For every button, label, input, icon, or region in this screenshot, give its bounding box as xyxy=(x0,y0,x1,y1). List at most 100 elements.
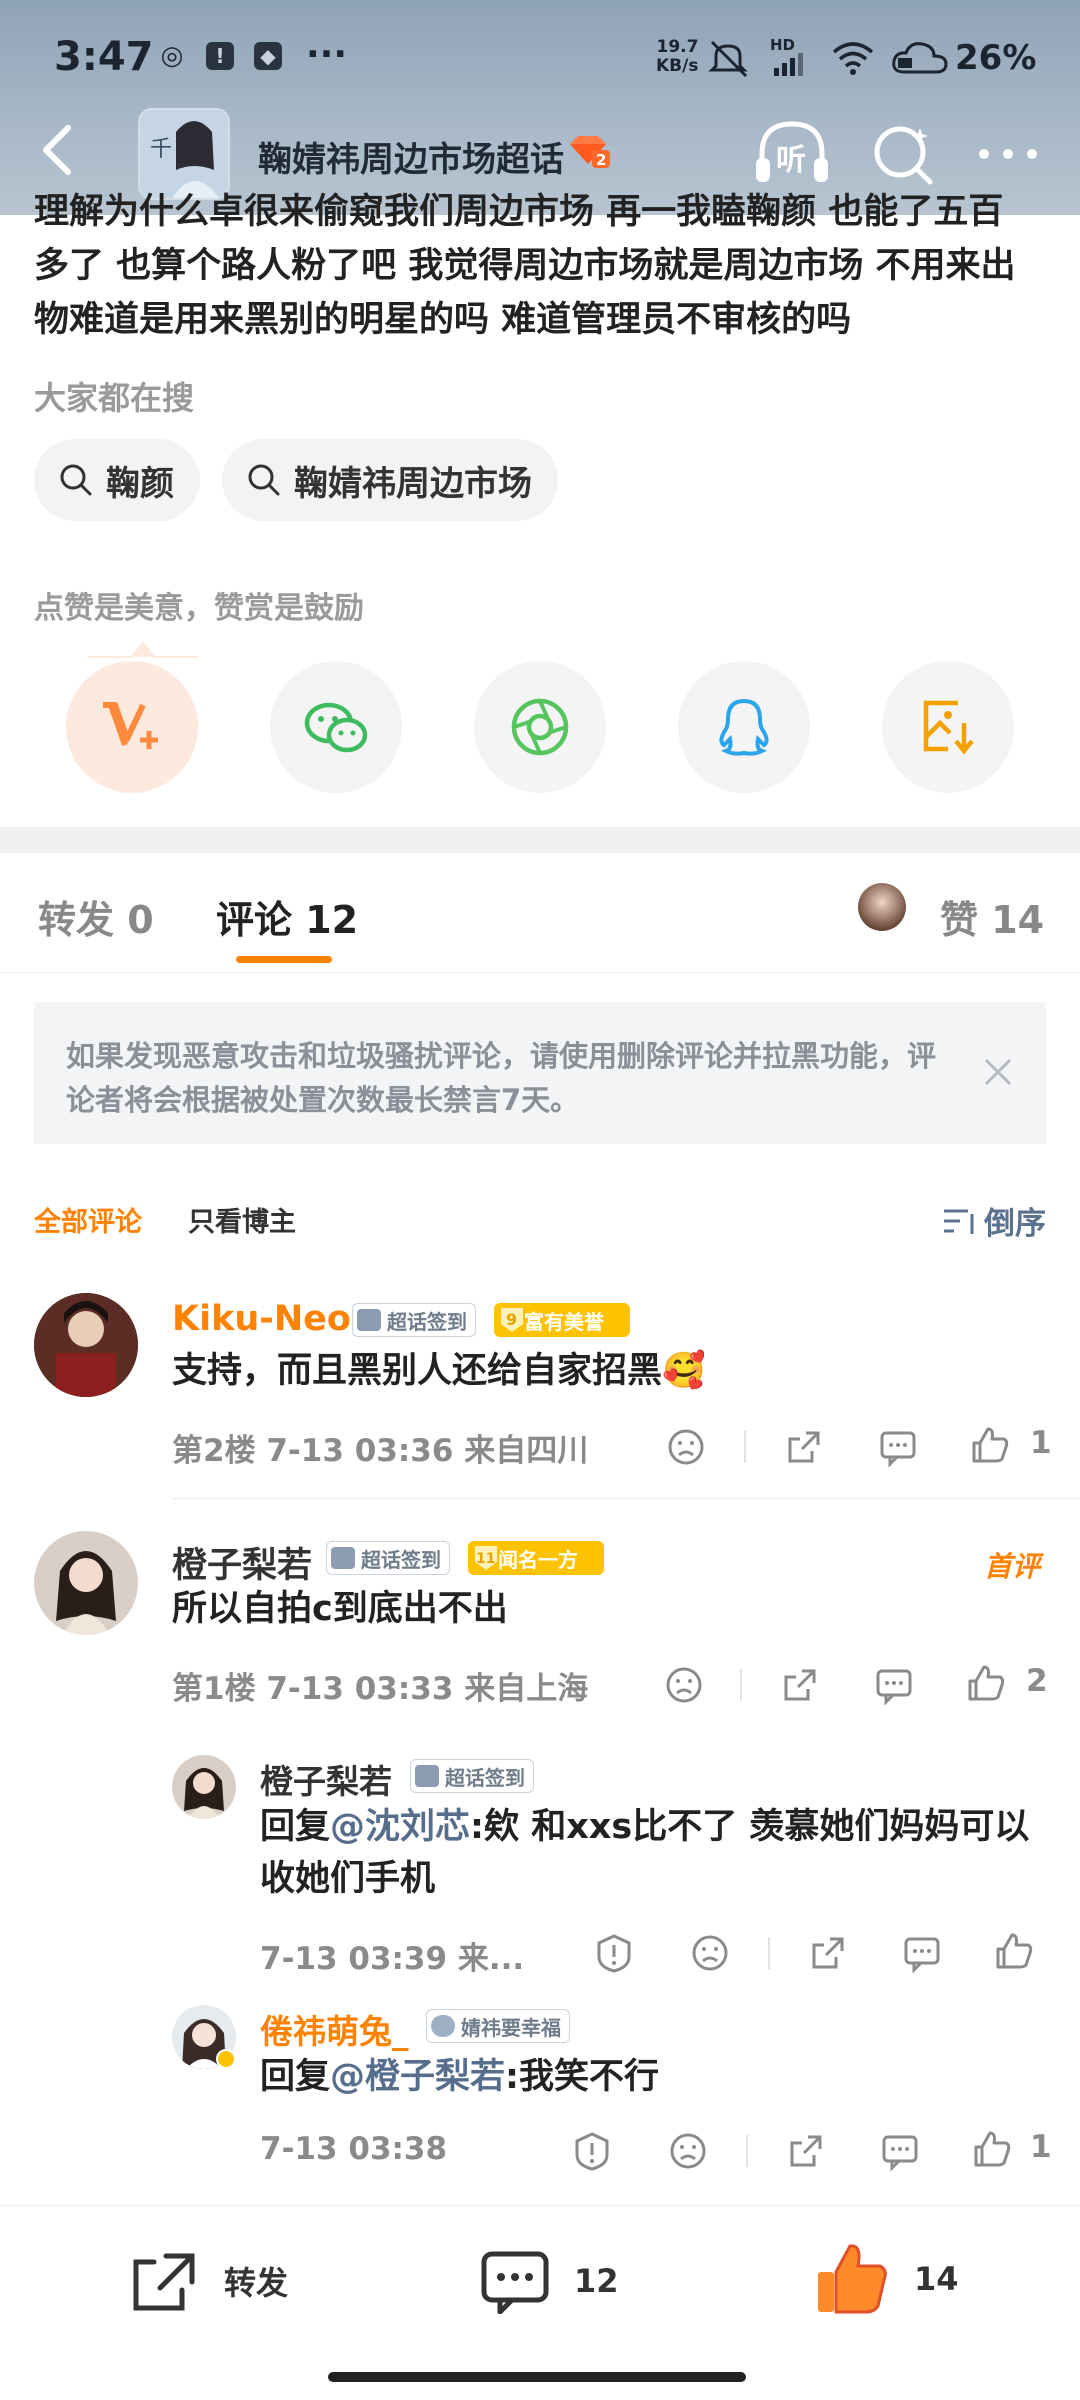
reply-item: 倦祎萌兔_ 婧祎要幸福 回复@橙子梨若:我笑不行 7-13 03:38 1 xyxy=(0,2005,1080,2175)
dislike-face-icon[interactable] xyxy=(690,1933,730,1973)
like-count: 1 xyxy=(1030,2129,1052,2165)
comment-item: Kiku-Neo 超话签到 9 富有美誉 支持，而且黑别人还给自家招黑🥰 第2楼… xyxy=(0,1293,1080,1469)
wechat-icon xyxy=(304,702,368,753)
share-icon[interactable] xyxy=(780,1665,820,1705)
replier-name[interactable]: 橙子梨若 xyxy=(260,1755,392,1803)
wifi-icon xyxy=(832,42,874,75)
search-hint-label: 大家都在搜 xyxy=(34,379,195,417)
repost-share-icon xyxy=(133,2253,195,2311)
share-icon[interactable] xyxy=(808,1933,848,1973)
gem-level-badge-icon: 2 xyxy=(570,136,610,168)
sort-order-button[interactable]: 倒序 xyxy=(942,1198,1046,1243)
close-icon[interactable] xyxy=(980,1054,1016,1090)
comment-text: 所以自拍c到底出不出 xyxy=(172,1589,508,1629)
comment-meta: 第1楼 7-13 03:33 来自上海 xyxy=(172,1671,589,1707)
tooltip-pointer xyxy=(88,641,198,658)
like-thumb-icon[interactable] xyxy=(994,1931,1034,1971)
divider xyxy=(740,1669,742,1701)
status-time: 3:47 xyxy=(54,34,154,80)
share-wechat-button[interactable] xyxy=(270,661,402,793)
comment-bubble-icon xyxy=(481,2251,549,2314)
avatar[interactable] xyxy=(172,2005,236,2069)
reply-icon[interactable] xyxy=(874,1665,914,1705)
like-thumb-icon[interactable] xyxy=(966,1663,1006,1703)
share-v-plus-button[interactable] xyxy=(66,661,198,793)
share-qq-button[interactable] xyxy=(678,661,810,793)
comment-meta: 第2楼 7-13 03:36 来自四川 xyxy=(172,1433,589,1469)
post-body-text: 理解为什么卓很来偷窥我们周边市场 再一我瞌鞠颜 也能了五百 多了 也算个路人粉了… xyxy=(34,192,1016,340)
dislike-face-icon[interactable] xyxy=(666,1427,706,1467)
back-arrow-icon[interactable] xyxy=(30,120,90,180)
honor-tag: 11 闻名一方 xyxy=(468,1541,604,1575)
reply-icon[interactable] xyxy=(880,2131,920,2171)
honor-tag: 9 富有美誉 xyxy=(494,1303,630,1337)
mention-link[interactable]: @橙子梨若 xyxy=(330,2057,505,2097)
avatar[interactable] xyxy=(34,1293,138,1397)
fan-group-tag: 婧祎要幸福 xyxy=(426,2009,570,2043)
search-chip-1[interactable]: 鞠婧祎周边市场 xyxy=(222,439,558,521)
liked-thumb-icon xyxy=(818,2244,887,2314)
mute-icon xyxy=(708,40,748,78)
share-moments-button[interactable] xyxy=(474,661,606,793)
dislike-face-icon[interactable] xyxy=(668,2131,708,2171)
shield-notification-icon: ◆ xyxy=(254,42,282,70)
svg-text:11: 11 xyxy=(476,1551,495,1567)
like-button[interactable]: 14 xyxy=(816,2242,959,2316)
like-thumb-icon[interactable] xyxy=(972,2129,1012,2169)
like-count: 1 xyxy=(1030,1425,1052,1461)
tab-repost[interactable]: 转发 0 xyxy=(38,889,154,944)
battery-percent: 26% xyxy=(955,38,1037,78)
replier-name[interactable]: 倦祎萌兔_ xyxy=(260,2005,409,2053)
section-separator xyxy=(0,827,1080,853)
share-icon[interactable] xyxy=(784,1427,824,1467)
tab-like[interactable]: 赞 14 xyxy=(940,889,1044,944)
moderation-notice: 如果发现恶意攻击和垃圾骚扰评论，请使用删除评论并拉黑功能，评论者将会根据被处置次… xyxy=(34,1002,1046,1144)
more-options-icon[interactable] xyxy=(972,124,1044,184)
sort-icon xyxy=(944,1209,974,1234)
supertopic-title[interactable]: 鞠婧祎周边市场超话 xyxy=(258,132,564,181)
qq-icon xyxy=(719,698,769,756)
svg-text:千: 千 xyxy=(150,137,172,162)
commenter-name[interactable]: Kiku-Neo xyxy=(172,1299,351,1339)
search-icon xyxy=(60,464,92,496)
like-thumb-icon[interactable] xyxy=(970,1425,1010,1465)
reply-meta: 7-13 03:38 xyxy=(260,2131,448,2167)
active-tab-indicator xyxy=(236,956,332,963)
repost-button[interactable]: 转发 xyxy=(130,2248,288,2314)
more-notifications-icon: ··· xyxy=(306,34,348,75)
dislike-face-icon[interactable] xyxy=(664,1665,704,1705)
commenter-name[interactable]: 橙子梨若 xyxy=(172,1537,312,1588)
battery-cloud-icon xyxy=(892,42,948,74)
divider xyxy=(768,1937,770,1969)
divider xyxy=(172,1498,1080,1499)
post-tabs: 转发 0 评论 12 赞 14 xyxy=(0,853,1080,973)
avatar[interactable] xyxy=(172,1755,236,1819)
comment-text: 支持，而且黑别人还给自家招黑🥰 xyxy=(172,1351,706,1391)
search-icon[interactable] xyxy=(870,122,936,188)
search-icon xyxy=(248,464,280,496)
svg-text:2: 2 xyxy=(596,151,606,168)
mention-link[interactable]: @沈刘芯 xyxy=(330,1807,470,1847)
reply-icon[interactable] xyxy=(902,1933,942,1973)
signal-icon xyxy=(774,53,803,76)
divider xyxy=(746,2135,748,2167)
liker-avatar xyxy=(858,883,906,931)
home-indicator[interactable] xyxy=(328,2372,746,2382)
share-save-image-button[interactable] xyxy=(882,661,1014,793)
search-chip-0[interactable]: 鞠颜 xyxy=(34,439,200,521)
listen-headphone-icon[interactable]: 听 xyxy=(752,118,832,188)
divider xyxy=(744,1431,746,1463)
report-icon[interactable] xyxy=(594,1933,634,1973)
weibo-notification-icon: ◎ xyxy=(160,41,184,71)
comment-button[interactable]: 12 xyxy=(480,2248,619,2314)
filter-owner-only[interactable]: 只看博主 xyxy=(188,1200,296,1239)
supertopic-sign-tag: 超话签到 xyxy=(410,1759,534,1793)
like-count: 2 xyxy=(1026,1663,1048,1699)
bottom-action-bar: 转发 12 14 xyxy=(0,2205,1080,2400)
report-icon[interactable] xyxy=(572,2131,612,2171)
avatar[interactable] xyxy=(34,1531,138,1635)
filter-all-comments[interactable]: 全部评论 xyxy=(34,1200,142,1239)
reply-item: 橙子梨若 超话签到 回复@沈刘芯:欸 和xxs比不了 羡慕她们妈妈可以 收她们手… xyxy=(0,1755,1080,1977)
share-icon[interactable] xyxy=(786,2131,826,2171)
reply-icon[interactable] xyxy=(878,1427,918,1467)
